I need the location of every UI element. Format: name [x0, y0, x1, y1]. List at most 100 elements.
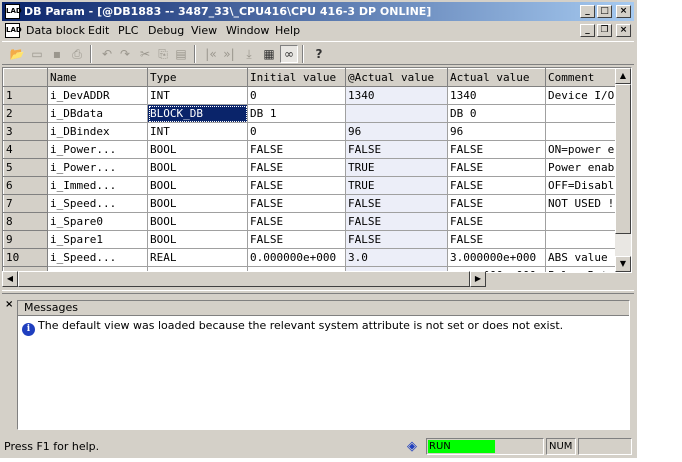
cell-at-actual-value[interactable] [345, 104, 448, 123]
menu-plc[interactable]: PLC [118, 24, 138, 38]
minimize-button[interactable]: _ [580, 5, 595, 18]
vertical-scrollbar[interactable]: ▲ ▼ [615, 68, 631, 272]
table-row[interactable]: 8 i_Spare0 BOOL FALSE FALSE FALSE [3, 212, 622, 231]
cell-name[interactable]: i_DBdata [47, 104, 148, 123]
row-header[interactable]: 2 [3, 104, 48, 123]
cell-type[interactable]: BOOL [147, 212, 248, 231]
cell-at-actual-value[interactable]: FALSE [345, 194, 448, 213]
doc-minimize-button[interactable]: _ [580, 24, 595, 37]
cell-comment[interactable] [545, 104, 622, 123]
row-header[interactable]: 8 [3, 212, 48, 231]
cell-comment[interactable]: Device I/O [545, 86, 622, 105]
cell-comment[interactable]: Pulse Rate [545, 266, 622, 272]
cell-type[interactable]: BOOL [147, 230, 248, 249]
row-header[interactable]: 7 [3, 194, 48, 213]
download-icon[interactable]: ⤓ [240, 45, 258, 63]
menu-view[interactable]: View [191, 24, 217, 38]
cell-name[interactable]: i_Spare0 [47, 212, 148, 231]
cell-name[interactable]: i_Power... [47, 158, 148, 177]
cell-actual-value[interactable]: FALSE [447, 212, 546, 231]
monitor-icon[interactable]: ▦ [260, 45, 278, 63]
cell-actual-value[interactable]: 3.000000e+000 [447, 248, 546, 267]
cell-initial-value[interactable]: FALSE [247, 194, 346, 213]
document-icon[interactable]: LAD [5, 23, 22, 38]
cell-type[interactable]: BLOCK_DB [147, 104, 248, 123]
cell-name[interactable]: i_Immed... [47, 176, 148, 195]
column-header-actual-value[interactable]: Actual value [447, 68, 546, 87]
open-icon[interactable]: 📂 [8, 45, 26, 63]
cell-at-actual-value[interactable]: FALSE [345, 230, 448, 249]
column-header-at-actual-value[interactable]: @Actual value [345, 68, 448, 87]
cell-name[interactable]: i_Power... [47, 140, 148, 159]
table-row[interactable]: 7 i_Speed... BOOL FALSE FALSE FALSE NOT USED ! [3, 194, 622, 213]
cell-actual-value[interactable]: FALSE [447, 140, 546, 159]
title-bar[interactable]: LAD DB Param - [@DB1883 -- 3487_33\_CPU4… [2, 2, 634, 21]
table-row[interactable]: 3 i_DBindex INT 0 96 96 [3, 122, 622, 141]
cell-initial-value[interactable]: FALSE [247, 212, 346, 231]
maximize-button[interactable]: □ [597, 5, 612, 18]
cell-name[interactable]: i_Speed... [47, 194, 148, 213]
cell-initial-value[interactable]: FALSE [247, 158, 346, 177]
cell-comment[interactable]: Power enab [545, 158, 622, 177]
cell-at-actual-value[interactable]: 96 [345, 122, 448, 141]
column-header-comment[interactable]: Comment [545, 68, 622, 87]
scroll-up-button[interactable]: ▲ [615, 68, 631, 84]
table-row[interactable]: 4 i_Power... BOOL FALSE FALSE FALSE ON=power e [3, 140, 622, 159]
column-header-name[interactable]: Name [47, 68, 148, 87]
cell-at-actual-value[interactable]: 1340 [345, 86, 448, 105]
cell-at-actual-value[interactable]: FALSE [345, 212, 448, 231]
first-icon[interactable]: |« [202, 45, 220, 63]
cell-type[interactable]: INT [147, 86, 248, 105]
cell-name[interactable]: i_Spare1 [47, 230, 148, 249]
scroll-right-button[interactable]: ▶ [470, 271, 486, 287]
menu-edit[interactable]: Edit [88, 24, 109, 38]
next-icon[interactable]: »| [220, 45, 238, 63]
horizontal-scroll-thumb[interactable] [18, 271, 470, 287]
close-button[interactable]: × [616, 5, 631, 18]
cell-actual-value[interactable]: FALSE [447, 230, 546, 249]
redo-icon[interactable]: ↷ [116, 45, 134, 63]
row-header[interactable]: 5 [3, 158, 48, 177]
cell-actual-value[interactable]: FALSE [447, 176, 546, 195]
table-row[interactable]: 6 i_Immed... BOOL FALSE TRUE FALSE OFF=Disabl [3, 176, 622, 195]
row-header[interactable]: 1 [3, 86, 48, 105]
row-header[interactable]: 9 [3, 230, 48, 249]
column-header-type[interactable]: Type [147, 68, 248, 87]
cell-comment[interactable]: NOT USED ! [545, 194, 622, 213]
column-header-initial-value[interactable]: Initial value [247, 68, 346, 87]
cell-type[interactable]: BOOL [147, 140, 248, 159]
cell-initial-value[interactable]: 0 [247, 86, 346, 105]
corner-cell[interactable] [3, 68, 48, 87]
copy-icon[interactable]: ⎘ [154, 45, 172, 63]
menu-data-block[interactable]: Data block [26, 24, 85, 38]
table-row[interactable]: 10 i_Speed... REAL 0.000000e+000 3.0 3.000000… [3, 248, 622, 267]
cell-comment[interactable] [545, 122, 622, 141]
cell-initial-value[interactable]: 0.000000e+000 [247, 248, 346, 267]
doc-restore-button[interactable]: ❐ [597, 24, 612, 37]
cell-at-actual-value[interactable]: 3.0 [345, 248, 448, 267]
cell-actual-value[interactable]: DB 0 [447, 104, 546, 123]
row-header[interactable]: 4 [3, 140, 48, 159]
menu-debug[interactable]: Debug [148, 24, 184, 38]
menu-window[interactable]: Window [226, 24, 269, 38]
cell-name[interactable]: i_Speed... [47, 248, 148, 267]
cell-name[interactable]: i_DevADDR [47, 86, 148, 105]
cell-at-actual-value[interactable]: TRUE [345, 176, 448, 195]
table-row[interactable]: 5 i_Power... BOOL FALSE TRUE FALSE Power enab [3, 158, 622, 177]
cut-icon[interactable]: ✂ [136, 45, 154, 63]
close-messages-icon[interactable]: × [5, 299, 13, 310]
save-icon[interactable]: ▪ [48, 45, 66, 63]
table-row[interactable]: 9 i_Spare1 BOOL FALSE FALSE FALSE [3, 230, 622, 249]
cell-type[interactable]: REAL [147, 248, 248, 267]
doc-close-button[interactable]: × [616, 24, 631, 37]
menu-help[interactable]: Help [275, 24, 300, 38]
table-row[interactable]: 1 i_DevADDR INT 0 1340 1340 Device I/O [3, 86, 622, 105]
paste-icon[interactable]: ▤ [172, 45, 190, 63]
cell-at-actual-value[interactable]: TRUE [345, 158, 448, 177]
cell-actual-value[interactable]: FALSE [447, 158, 546, 177]
glasses-icon[interactable]: ∞ [280, 45, 298, 63]
scroll-down-button[interactable]: ▼ [615, 256, 631, 272]
horizontal-scrollbar[interactable]: ◀ ▶ [2, 271, 486, 287]
cell-at-actual-value[interactable]: FALSE [345, 140, 448, 159]
close-doc-icon[interactable]: ▭ [28, 45, 46, 63]
